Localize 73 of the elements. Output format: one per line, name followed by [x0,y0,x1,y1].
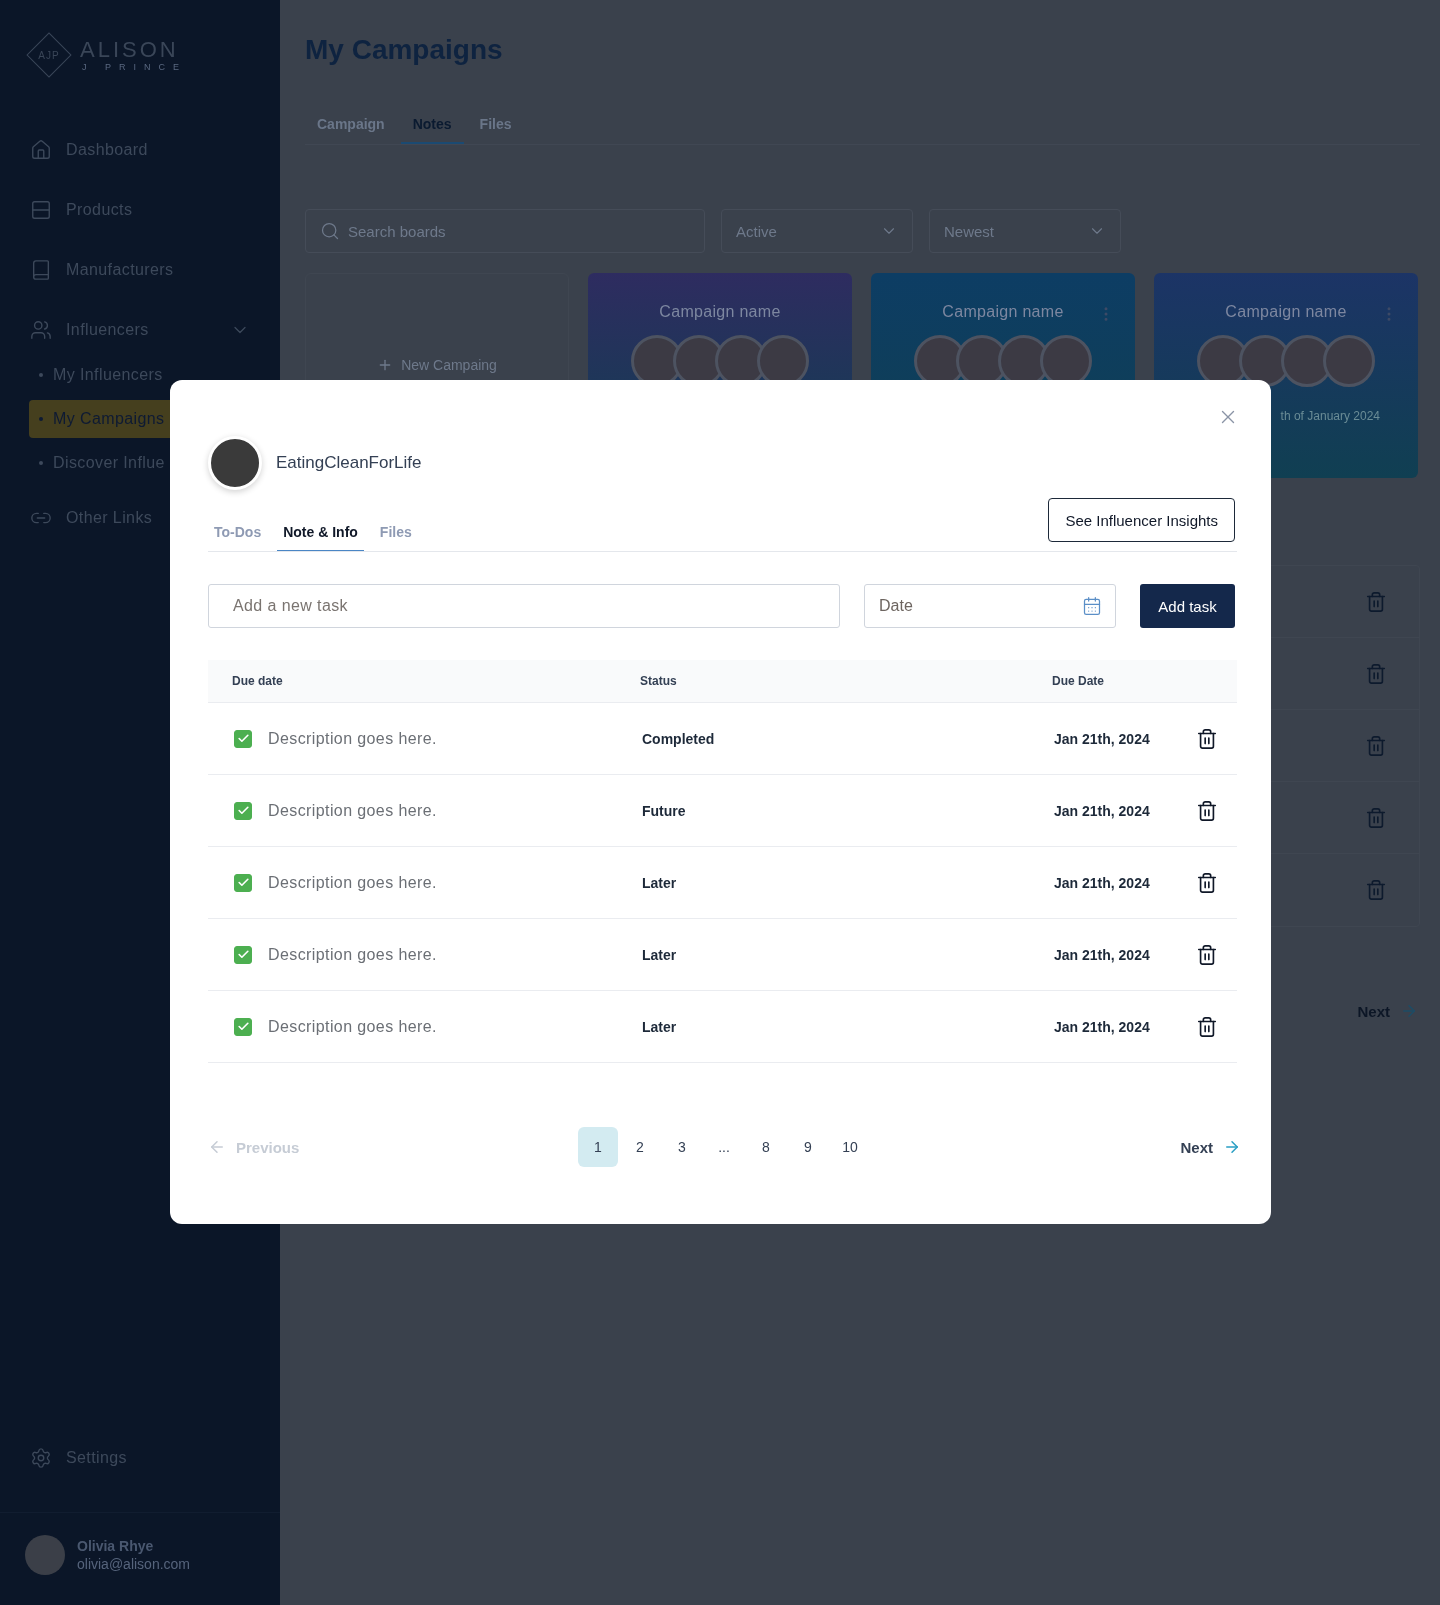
insights-button[interactable]: See Influencer Insights [1048,498,1235,542]
filter-dropdown[interactable]: Newest [929,209,1121,253]
task-description: Description goes here. [268,873,437,892]
task-status: Later [642,874,678,891]
next-button[interactable]: Next [1121,1138,1241,1156]
trash-icon[interactable] [1196,943,1218,966]
checkbox[interactable] [234,873,252,892]
new-campaign-label: New Campaing [401,357,497,373]
settings-icon [30,1447,52,1469]
nav-icon [30,259,52,281]
check-icon [236,876,250,889]
nav-icon [30,139,52,161]
task-description: Description goes here. [268,945,437,964]
task-due-date: Jan 21th, 2024 [1054,946,1151,963]
trash-icon[interactable] [1196,871,1218,894]
dialog-tab[interactable]: Note & Info [277,524,364,552]
checkbox[interactable] [234,801,252,820]
page-tab[interactable]: Files [467,112,524,144]
checkbox[interactable] [234,945,252,964]
influencer-avatar [208,436,262,490]
page-button[interactable]: 9 [788,1127,828,1167]
check-icon [236,948,250,961]
date-field[interactable]: Date [864,584,1116,628]
page-button[interactable]: ... [704,1127,744,1167]
add-task-button[interactable]: Add task [1140,584,1235,628]
task-status: Completed [642,730,716,747]
campaign-name: Campaign name [942,303,1064,321]
avatar [1323,335,1375,387]
column-header: Due Date [1052,674,1105,688]
nav-icon [30,199,52,221]
trash-icon[interactable] [1196,1015,1218,1038]
task-description: Description goes here. [268,801,437,820]
logo-subtitle: J PRINCE [81,61,187,73]
task-status: Later [642,946,678,963]
task-status: Later [642,1018,678,1035]
campaign-name: Campaign name [1225,303,1347,321]
page-button[interactable]: 10 [830,1127,870,1167]
page-button[interactable]: 2 [620,1127,660,1167]
arrow-right-icon [1223,1138,1241,1156]
dialog-tab[interactable]: Files [373,524,418,552]
checkbox[interactable] [234,729,252,748]
calendar-icon[interactable] [1082,596,1102,616]
trash-icon[interactable] [1196,799,1218,822]
page-button[interactable]: 3 [662,1127,702,1167]
check-icon [236,732,250,745]
task-due-date: Jan 21th, 2024 [1054,730,1151,747]
campaign-date: th of January 2024 [1280,409,1380,423]
filter-dropdown[interactable]: Active [721,209,913,253]
page-button[interactable]: 1 [578,1127,618,1167]
check-icon [236,804,250,817]
search-field[interactable]: Search boards [305,209,705,253]
column-header: Due date [232,674,284,688]
task-description: Description goes here. [268,729,437,748]
user-name: Olivia Rhye [77,1538,155,1554]
check-icon [236,1020,250,1033]
trash-icon[interactable] [1196,727,1218,750]
column-header: Status [640,674,678,688]
task-due-date: Jan 21th, 2024 [1054,1018,1151,1035]
page-button[interactable]: 8 [746,1127,786,1167]
checkbox[interactable] [234,1017,252,1036]
task-description: Description goes here. [268,1017,437,1036]
campaign-name: Campaign name [659,303,781,321]
arrow-right-icon [1400,1002,1418,1020]
user-email: olivia@alison.com [77,1556,191,1572]
page-tab[interactable]: Campaign [305,112,397,144]
task-due-date: Jan 21th, 2024 [1054,802,1151,819]
task-status: Future [642,802,687,819]
search-icon [320,221,340,241]
user-avatar [25,1535,65,1575]
task-input[interactable]: Add a new task [208,584,840,628]
dialog-tab[interactable]: To-Dos [208,524,268,552]
nav-icon [30,319,52,341]
task-due-date: Jan 21th, 2024 [1054,874,1151,891]
